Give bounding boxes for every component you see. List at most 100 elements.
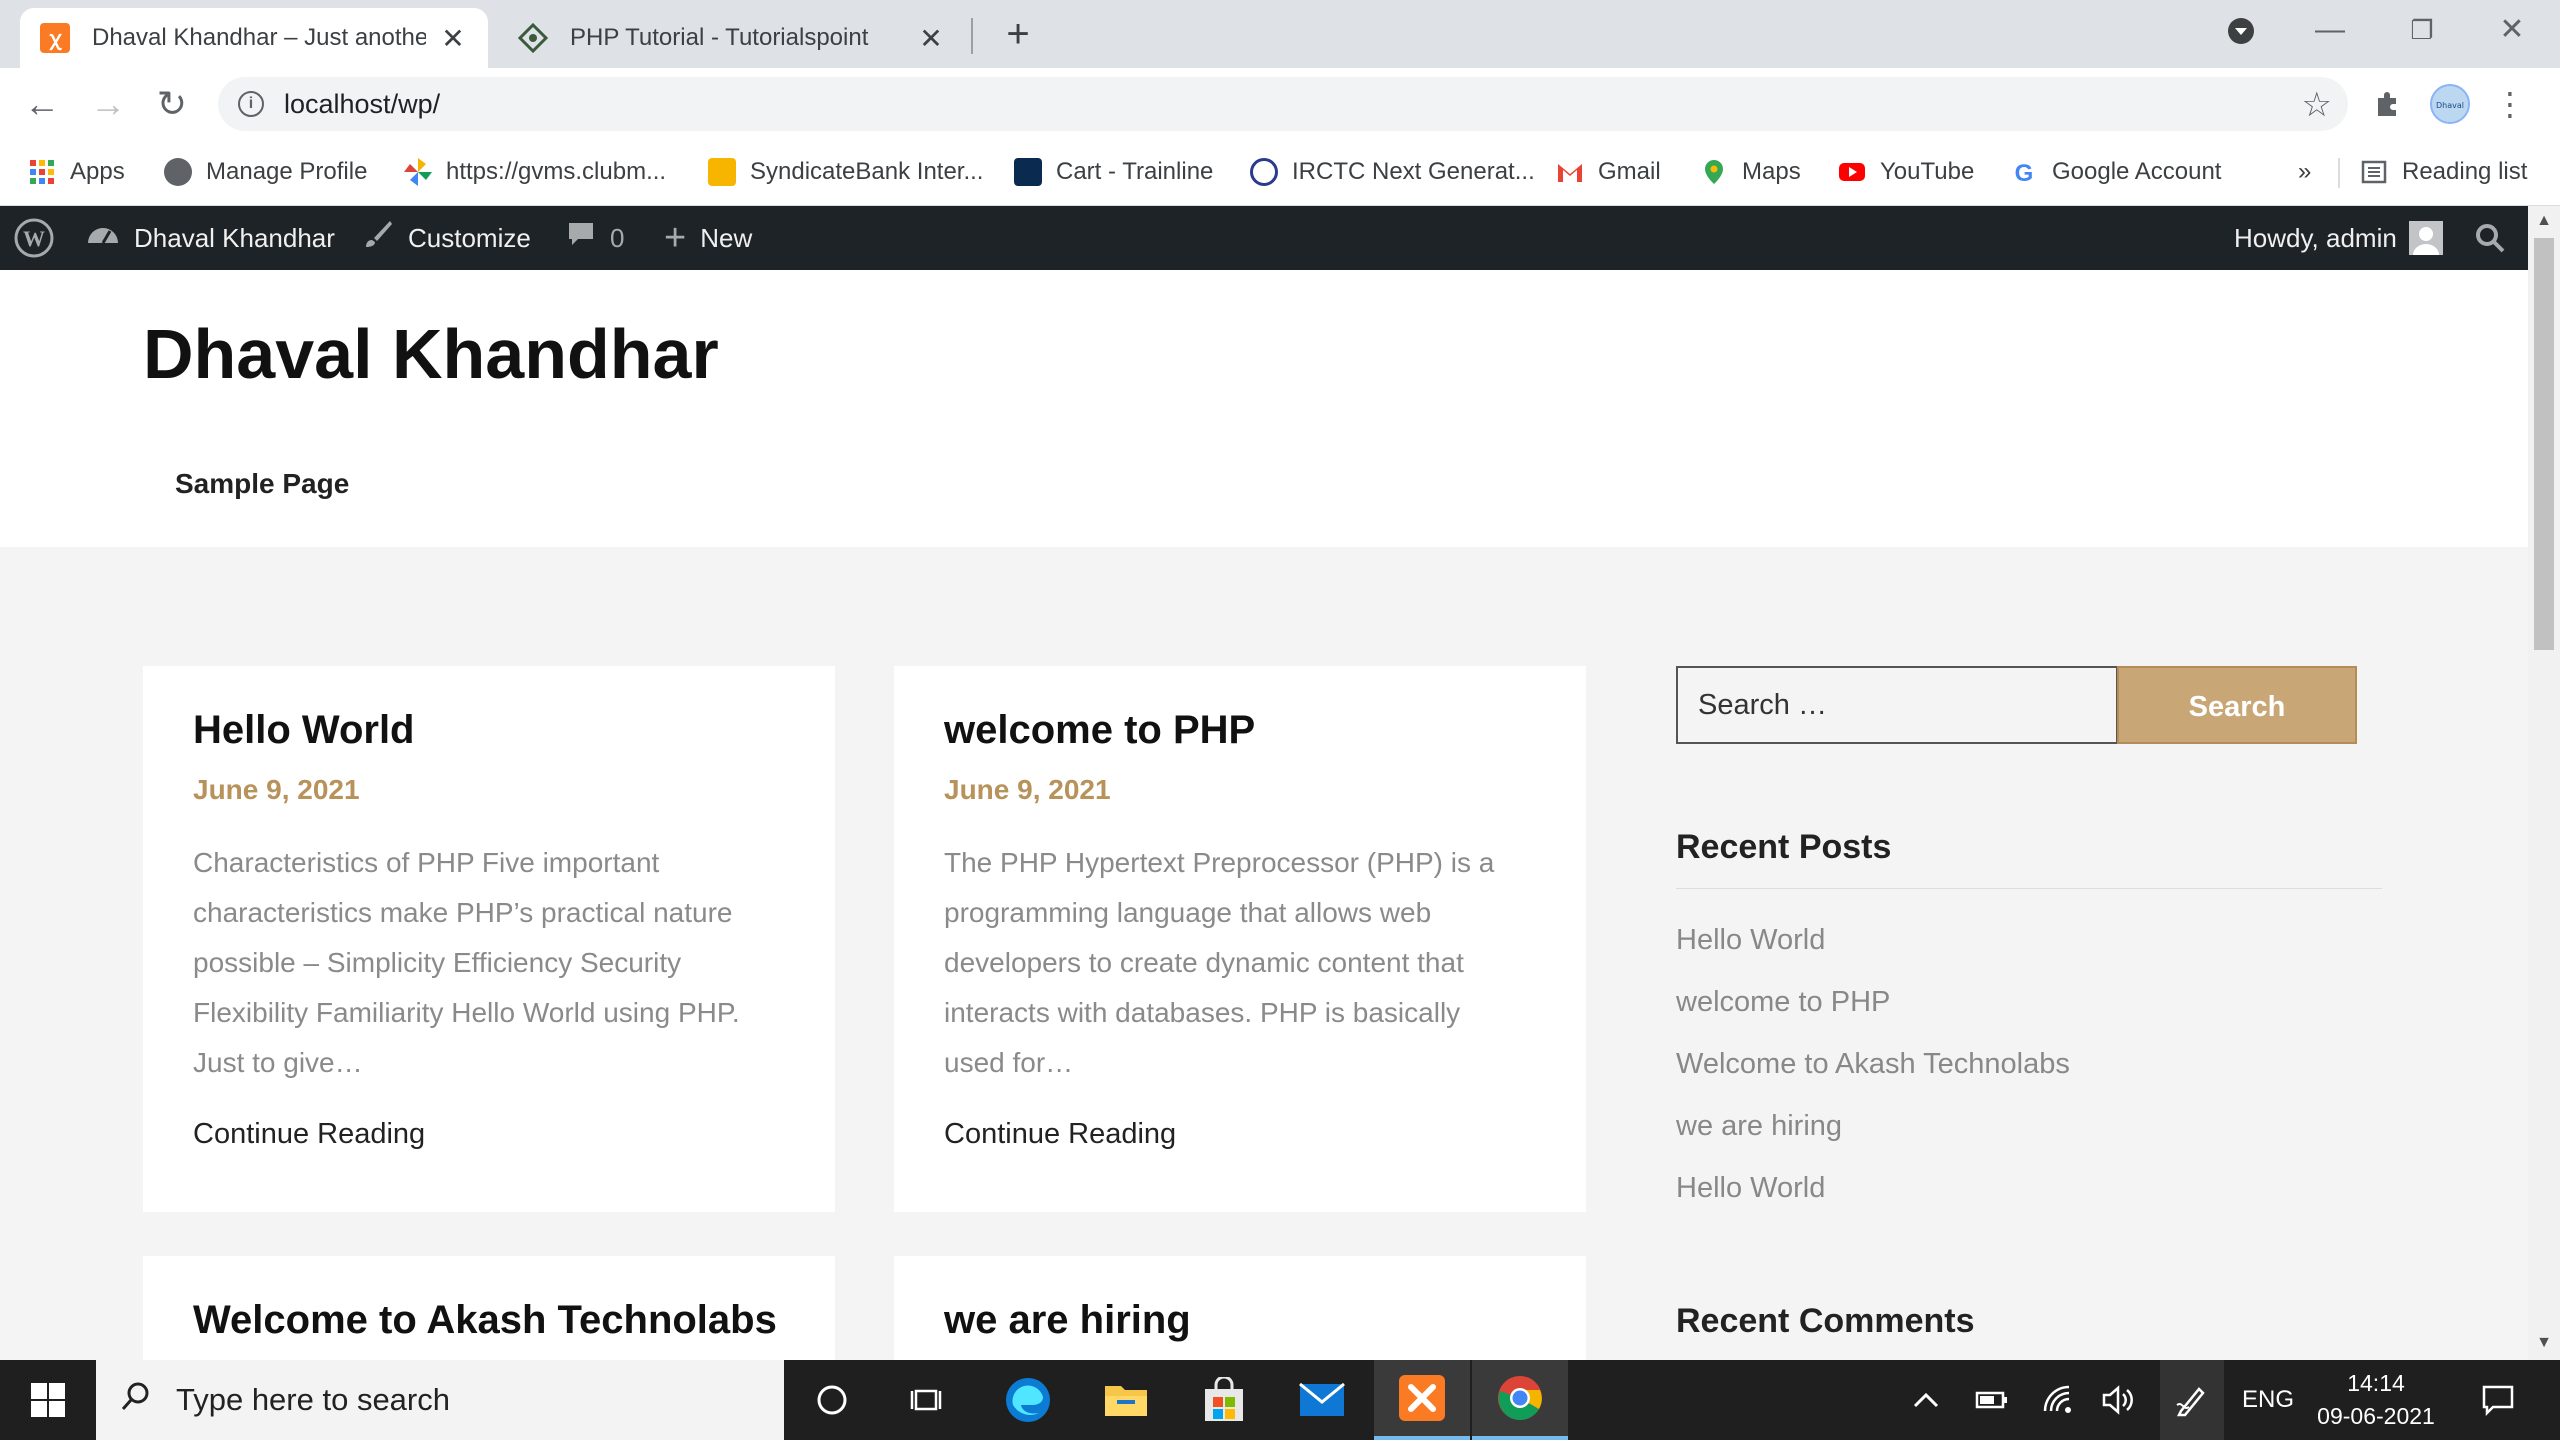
continue-reading-link[interactable]: Continue Reading [944,1118,1176,1151]
search-button[interactable]: Search [2117,666,2357,744]
wordpress-logo-icon[interactable]: W [14,206,54,270]
admin-site-name[interactable]: Dhaval Khandhar [86,206,335,270]
show-hidden-icons-icon[interactable] [1904,1360,1948,1440]
recent-post-link[interactable]: we are hiring [1676,1110,1842,1143]
comments-count: 0 [610,222,625,253]
close-tab-icon[interactable]: ✕ [438,22,468,55]
restore-icon[interactable]: ❐ [2392,8,2452,52]
maps-icon [1700,158,1728,186]
more-menu-icon[interactable]: ⋮ [2488,82,2532,126]
mail-icon[interactable] [1274,1360,1370,1440]
new-tab-button[interactable]: + [998,12,1038,56]
reload-icon[interactable]: ↻ [150,82,194,126]
tab-title: PHP Tutorial - Tutorialspoint [570,24,869,51]
minimize-icon[interactable]: — [2300,8,2360,52]
post-card: Hello World June 9, 2021 Characteristics… [143,666,835,1212]
edge-icon[interactable] [980,1360,1076,1440]
bookmark-youtube[interactable]: YouTube [1838,154,1974,190]
windows-start-icon[interactable] [0,1360,96,1440]
admin-customize[interactable]: Customize [362,206,531,270]
avatar [2408,221,2443,255]
back-icon[interactable]: ← [20,82,64,126]
tab-dhaval-khandhar[interactable]: ꭓ Dhaval Khandhar – Just another WordPre… [20,8,488,68]
recent-comments-title: Recent Comments [1676,1302,1975,1340]
bookmarks-bar: Apps Manage Profile https://gvms.clubm..… [0,140,2560,206]
extensions-icon[interactable] [2366,82,2410,126]
recent-post-link[interactable]: welcome to PHP [1676,986,1890,1019]
cortana-icon[interactable] [784,1360,880,1440]
bookmark-syndicatebank[interactable]: SyndicateBank Inter... [708,154,983,190]
svg-text:ꭓ: ꭓ [48,26,62,51]
taskbar-search-input[interactable]: Type here to search [96,1360,784,1440]
taskbar-search-placeholder: Type here to search [176,1382,450,1417]
post-title[interactable]: Hello World [193,708,414,753]
scroll-up-icon[interactable]: ▲ [2528,212,2560,230]
bookmarks-overflow-button[interactable]: » [2298,154,2311,190]
syndicatebank-icon [708,158,736,186]
bookmark-manage-profile[interactable]: Manage Profile [164,154,367,190]
bookmark-gvms[interactable]: https://gvms.clubm... [404,154,666,190]
recent-post-link[interactable]: Welcome to Akash Technolabs [1676,1048,2070,1081]
tab-title: Dhaval Khandhar – Just another WordPress… [92,24,426,51]
site-info-icon[interactable]: i [238,91,264,117]
clock[interactable]: 14:14 09-06-2021 [2306,1360,2446,1440]
reading-list-button[interactable]: Reading list [2360,154,2527,190]
reading-list-icon [2360,158,2388,186]
admin-new[interactable]: + New [664,206,752,270]
post-date[interactable]: June 9, 2021 [944,774,1111,806]
task-view-icon[interactable] [880,1360,976,1440]
chrome-icon[interactable] [1472,1360,1568,1440]
bookmark-star-icon[interactable]: ☆ [2302,85,2332,125]
notifications-icon[interactable] [2470,1360,2526,1440]
post-date[interactable]: June 9, 2021 [193,774,360,806]
scrollbar-thumb[interactable] [2534,238,2554,650]
clock-time: 14:14 [2347,1370,2405,1396]
window-close-icon[interactable]: ✕ [2482,8,2542,52]
nav-item-sample-page[interactable]: Sample Page [175,468,349,500]
bookmark-apps[interactable]: Apps [28,154,125,190]
xampp-taskbar-icon[interactable] [1374,1360,1470,1440]
page-scrollbar[interactable]: ▲ ▼ [2528,206,2560,1360]
scroll-down-icon[interactable]: ▼ [2528,1334,2560,1352]
admin-comments[interactable]: 0 [566,206,624,270]
bookmark-label: Maps [1742,158,1801,185]
language-indicator[interactable]: ENG [2236,1360,2300,1440]
bookmark-label: Google Account [2052,158,2222,185]
profile-avatar[interactable]: Dhaval [2428,82,2472,126]
file-explorer-icon[interactable] [1078,1360,1174,1440]
browser-toolbar: ← → ↻ i localhost/wp/ ☆ Dhaval ⋮ [0,68,2560,140]
continue-reading-link[interactable]: Continue Reading [193,1118,425,1151]
volume-icon[interactable] [2096,1360,2140,1440]
pinwheel-icon [404,158,432,186]
address-bar[interactable]: i localhost/wp/ ☆ [218,77,2348,131]
bookmark-trainline[interactable]: Cart - Trainline [1014,154,1213,190]
post-title[interactable]: Welcome to Akash Technolabs [193,1298,777,1343]
bookmark-google-account[interactable]: G Google Account [2010,154,2222,190]
tutorialspoint-icon [518,23,548,53]
reading-list-label: Reading list [2402,158,2528,185]
search-icon [120,1380,152,1420]
bookmark-irctc[interactable]: IRCTC Next Generat... [1250,154,1535,190]
tab-php-tutorial[interactable]: PHP Tutorial - Tutorialspoint ✕ [498,8,966,68]
tab-search-icon[interactable] [2211,8,2271,59]
microsoft-store-icon[interactable] [1176,1360,1272,1440]
forward-icon[interactable]: → [86,82,130,126]
admin-search-icon[interactable] [2474,206,2506,270]
admin-account[interactable]: Howdy, admin [2234,206,2443,270]
tab-separator [971,18,973,54]
battery-icon[interactable] [1968,1360,2016,1440]
recent-post-link[interactable]: Hello World [1676,1172,1825,1205]
search-input[interactable]: Search … [1676,666,2118,744]
pen-workspace-icon[interactable] [2160,1360,2224,1440]
bookmark-label: YouTube [1880,158,1975,185]
bookmark-maps[interactable]: Maps [1700,154,1801,190]
post-title[interactable]: welcome to PHP [944,708,1255,753]
site-title[interactable]: Dhaval Khandhar [143,314,719,394]
bookmark-label: Manage Profile [206,158,368,185]
recent-post-link[interactable]: Hello World [1676,924,1825,957]
plus-icon: + [664,216,687,259]
close-tab-icon[interactable]: ✕ [916,22,946,55]
post-title[interactable]: we are hiring [944,1298,1191,1343]
wifi-icon[interactable] [2036,1360,2080,1440]
bookmark-gmail[interactable]: Gmail [1556,154,1661,190]
